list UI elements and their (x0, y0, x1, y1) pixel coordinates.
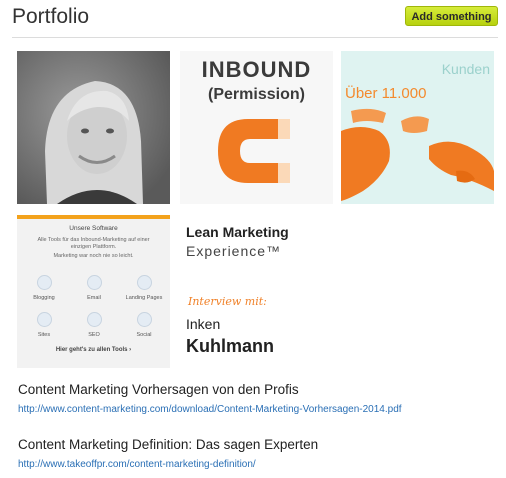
link-title-2: Content Marketing Definition: Das sagen … (18, 437, 319, 452)
portfolio-tile-portrait[interactable] (17, 51, 170, 204)
software-item-sites: Sites (19, 312, 69, 338)
page-title: Portfolio (12, 5, 90, 28)
map-label: Kunden (441, 61, 490, 77)
social-icon (136, 312, 152, 327)
software-top-bar (17, 215, 170, 219)
sites-icon (36, 312, 52, 327)
portfolio-tile-software[interactable]: Unsere Software Alle Tools für das Inbou… (17, 215, 170, 368)
software-item-email: Email (69, 275, 119, 301)
portfolio-tile-inbound[interactable]: INBOUND (Permission) (180, 51, 333, 204)
blogging-icon (36, 275, 52, 290)
header-divider (12, 37, 498, 38)
software-item-social: Social (119, 312, 169, 338)
portfolio-header: Portfolio Add something (0, 0, 506, 36)
map-count: Über 11.000 (345, 85, 427, 102)
software-line-3: Marketing war noch nie so leicht. (53, 253, 134, 259)
link-url-2[interactable]: http://www.takeoffpr.com/content-marketi… (18, 459, 256, 470)
magnet-icon (218, 119, 290, 183)
software-more-link: Hier geht's zu allen Tools › (55, 347, 132, 353)
add-something-button[interactable]: Add something (405, 6, 498, 26)
lean-first-name: Inken (186, 316, 221, 332)
lean-subtitle: Experience™ (186, 243, 282, 259)
portfolio-tile-map[interactable]: Kunden Über 11.000 (341, 51, 494, 204)
software-heading: Unsere Software (69, 225, 118, 232)
software-item-blogging: Blogging (19, 275, 69, 301)
seo-icon (86, 312, 102, 327)
portfolio-tile-lean-marketing[interactable]: Lean Marketing Experience™ Interview mit… (180, 215, 333, 368)
link-url-1[interactable]: http://www.content-marketing.com/downloa… (18, 404, 402, 415)
software-line-2: einzigen Plattform. (70, 244, 117, 250)
landing-pages-icon (136, 275, 152, 290)
software-line-1: Alle Tools für das Inbound-Marketing auf… (37, 237, 150, 243)
portrait-image (17, 51, 170, 204)
link-title-1: Content Marketing Vorhersagen von den Pr… (18, 382, 299, 397)
lean-last-name: Kuhlmann (186, 336, 274, 356)
lean-interview-label: Interview mit: (188, 295, 267, 308)
lean-title: Lean Marketing (186, 224, 289, 240)
email-icon (86, 275, 102, 290)
software-item-seo: SEO (69, 312, 119, 338)
software-item-landing-pages: Landing Pages (119, 275, 169, 301)
